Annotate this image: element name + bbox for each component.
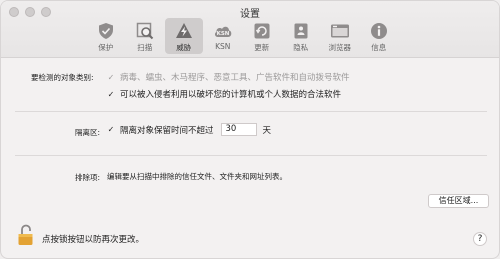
settings-toolbar: 保护 扫描 威胁 KSN KSN 更新 隐私 浏览器 信息 [87,18,399,54]
detection-option-malware: ✓ 病毒、蠕虫、木马程序、恶意工具、广告软件和自动拨号软件 [107,71,350,84]
checkmark-icon[interactable]: ✓ [107,125,115,134]
divider [15,155,487,156]
settings-window: 设置 保护 扫描 威胁 KSN KSN 更新 隐私 浏览器 信息 要检测的对象类… [0,0,500,259]
ksn-icon: KSN [212,21,234,41]
help-button[interactable]: ? [473,232,487,246]
option-label: 病毒、蠕虫、木马程序、恶意工具、广告软件和自动拨号软件 [120,73,350,83]
checkmark-icon[interactable]: ✓ [107,90,115,99]
divider [15,111,487,112]
title-bar: 设置 保护 扫描 威胁 KSN KSN 更新 隐私 浏览器 信息 [1,1,499,58]
tab-update[interactable]: 更新 [243,18,281,54]
quarantine-days-input[interactable]: 30 [220,123,257,136]
lock-icon[interactable] [17,223,35,251]
exclusions-section-label: 排除项: [75,173,101,182]
tab-browser[interactable]: 浏览器 [321,18,359,54]
tab-info[interactable]: 信息 [360,18,398,54]
option-label: 可以被入侵者利用以破坏您的计算机或个人数据的合法软件 [120,90,342,100]
browser-icon [329,21,351,41]
tab-label: 扫描 [137,43,153,52]
tab-label: 隐私 [293,43,309,52]
tab-label: 威胁 [176,43,192,52]
exclusions-description: 编辑要从扫描中排除的信任文件、文件夹和网址列表。 [107,172,287,181]
trusted-zone-button[interactable]: 信任区域... [428,194,489,208]
tab-label: 信息 [371,43,387,52]
shield-icon [95,21,117,41]
scan-icon [134,21,156,41]
tab-protection[interactable]: 保护 [87,18,125,54]
svg-text:KSN: KSN [216,31,229,37]
privacy-icon [290,21,312,41]
tab-label: 浏览器 [328,43,352,52]
detection-section-label: 要检测的对象类别: [31,73,94,82]
quarantine-row: ✓ 隔离对象保留时间不超过 30 天 [107,123,271,136]
tab-label: 保护 [98,43,114,52]
days-unit-label: 天 [262,125,272,136]
info-icon [368,21,390,41]
checkmark-icon: ✓ [107,72,115,82]
tab-label: 更新 [254,43,270,52]
tab-privacy[interactable]: 隐私 [282,18,320,54]
tab-label: KSN [215,42,231,51]
threat-icon [173,21,195,41]
quarantine-section-label: 隔离区: [75,128,101,137]
lock-hint-text: 点按锁按钮以防再次更改。 [42,235,145,245]
tab-scan[interactable]: 扫描 [126,18,164,54]
tab-ksn[interactable]: KSN KSN [204,18,242,54]
quarantine-text: 隔离对象保留时间不超过 [120,125,214,136]
update-icon [251,21,273,41]
detection-option-legit-software[interactable]: ✓ 可以被入侵者利用以破坏您的计算机或个人数据的合法软件 [107,88,342,101]
tab-threats[interactable]: 威胁 [165,18,203,54]
